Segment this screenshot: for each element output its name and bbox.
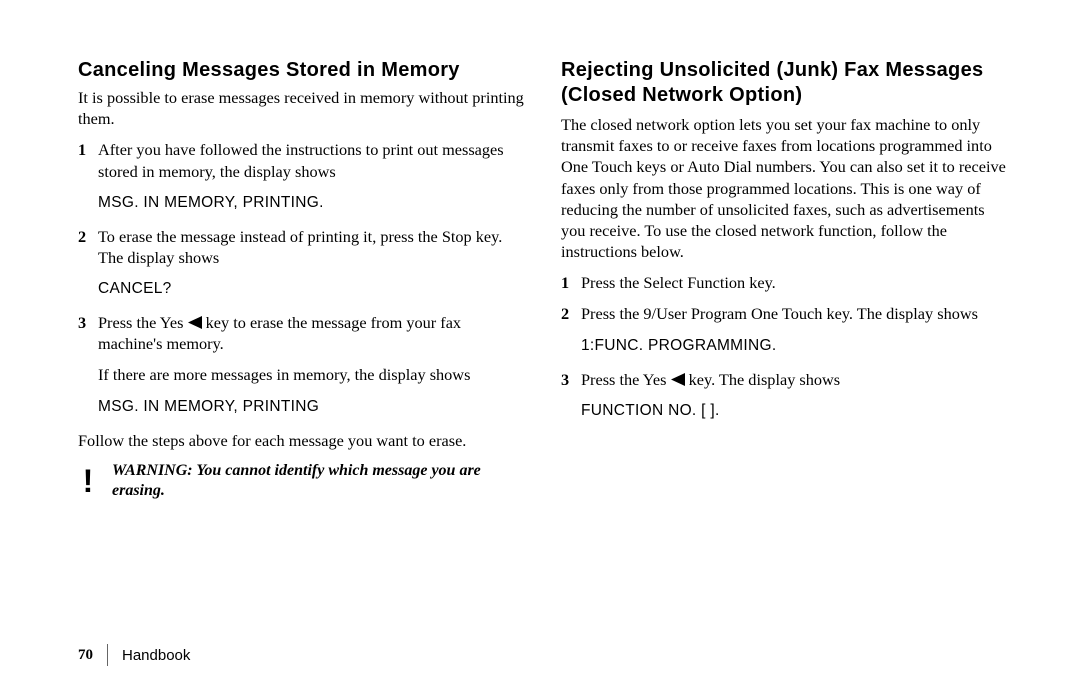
right-step-2: 2 Press the 9/User Program One Touch key… [561, 303, 1008, 324]
right-heading-line1: Rejecting Unsolicited (Junk) Fax Message… [561, 59, 983, 81]
display-cancel: CANCEL? [98, 280, 525, 298]
warning-text: WARNING: You cannot identify which messa… [112, 461, 525, 501]
display-msg-printing-2: MSG. IN MEMORY, PRINTING [98, 398, 525, 416]
step-text: After you have followed the instructions… [98, 140, 504, 180]
footer-divider [107, 644, 108, 666]
display-func-programming: 1:FUNC. PROGRAMMING. [581, 337, 1008, 355]
step-number: 3 [78, 312, 86, 333]
right-heading: Rejecting Unsolicited (Junk) Fax Message… [561, 58, 1008, 108]
right-intro: The closed network option lets you set y… [561, 114, 1008, 262]
left-follow: Follow the steps above for each message … [78, 430, 525, 451]
step-number: 2 [78, 226, 86, 247]
step-number: 1 [561, 272, 569, 293]
left-steps: 1 After you have followed the instructio… [78, 139, 525, 181]
warning-block: ! WARNING: You cannot identify which mes… [78, 461, 525, 501]
step-text-a: Press the Yes [581, 370, 671, 389]
left-heading: Canceling Messages Stored in Memory [78, 58, 525, 83]
left-arrow-icon [188, 316, 202, 329]
warning-icon: ! [78, 465, 98, 497]
left-intro: It is possible to erase messages receive… [78, 87, 525, 129]
left-step-1: 1 After you have followed the instructio… [78, 139, 525, 181]
step-number: 2 [561, 303, 569, 324]
page-number: 70 [78, 647, 93, 664]
right-steps: 1 Press the Select Function key. 2 Press… [561, 272, 1008, 324]
right-heading-line2: (Closed Network Option) [561, 84, 802, 106]
right-step-1: 1 Press the Select Function key. [561, 272, 1008, 293]
step-text: Press the 9/User Program One Touch key. … [581, 304, 978, 323]
left-step-2: 2 To erase the message instead of printi… [78, 226, 525, 268]
page-footer: 70 Handbook [78, 644, 190, 666]
step-text: To erase the message instead of printing… [98, 227, 502, 267]
step-number: 3 [561, 369, 569, 390]
step-number: 1 [78, 139, 86, 160]
page-content: Canceling Messages Stored in Memory It i… [0, 0, 1080, 501]
left-step-3: 3 Press the Yes key to erase the message… [78, 312, 525, 354]
left-steps-3: 3 Press the Yes key to erase the message… [78, 312, 525, 354]
left-column: Canceling Messages Stored in Memory It i… [78, 58, 525, 501]
display-function-no: FUNCTION NO. [ ]. [581, 402, 1008, 420]
step-text-a: Press the Yes [98, 313, 188, 332]
right-step-3: 3 Press the Yes key. The display shows [561, 369, 1008, 390]
right-steps-3: 3 Press the Yes key. The display shows [561, 369, 1008, 390]
footer-title: Handbook [122, 647, 190, 664]
left-arrow-icon [671, 373, 685, 386]
step-text-b: key. The display shows [685, 370, 841, 389]
left-steps-2: 2 To erase the message instead of printi… [78, 226, 525, 268]
step-text: Press the Select Function key. [581, 273, 776, 292]
left-step3-note: If there are more messages in memory, th… [78, 364, 525, 385]
display-msg-printing: MSG. IN MEMORY, PRINTING. [98, 194, 525, 212]
right-column: Rejecting Unsolicited (Junk) Fax Message… [561, 58, 1008, 501]
